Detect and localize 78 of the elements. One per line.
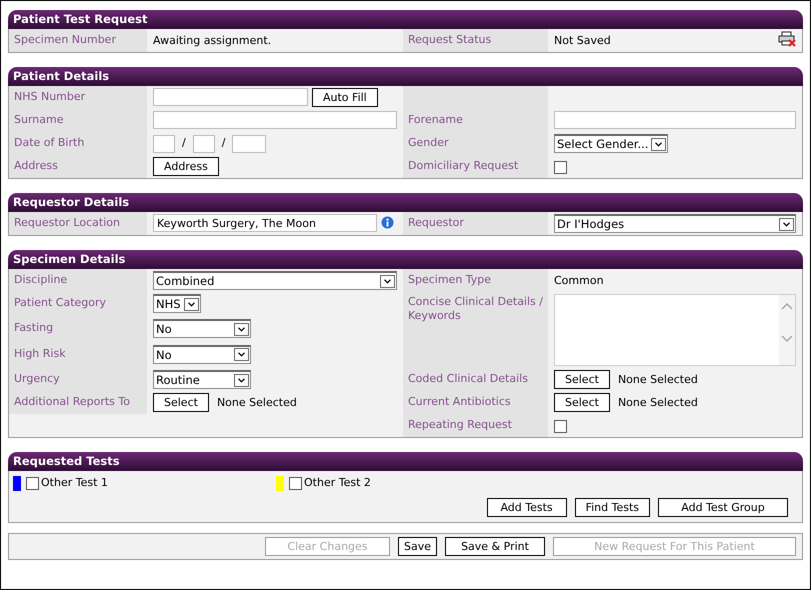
dropdown[interactable]: Select Gender... [554,134,668,153]
printer-delete-icon [778,31,796,47]
field-label: High Risk [14,346,66,361]
text-area[interactable] [554,294,796,366]
section-title: Requestor Details [13,194,130,211]
field-value: None Selected [216,395,297,411]
field-label: Additional Reports To [14,395,130,409]
date-separator: / [181,135,187,152]
chevron-down-icon [234,374,249,386]
input-field[interactable]: Keyworth Surgery, The Moon [153,214,377,232]
section-title: Requested Tests [13,453,120,470]
footer-button: New Request For This Patient [553,536,796,556]
checkbox[interactable] [289,476,302,490]
checkbox[interactable] [554,420,567,433]
address-button[interactable]: Address [153,157,219,176]
date-field[interactable] [192,134,215,152]
input-field[interactable] [153,111,397,129]
field-label: Address [14,159,58,173]
field-label: Date of Birth [14,136,84,150]
chevron-down-icon [779,218,794,230]
select-button[interactable]: Select [554,393,610,412]
field-label: Domiciliary Request [408,159,518,173]
test-label: Other Test 1 [41,475,108,491]
info-icon [381,216,394,229]
field-label: Discipline [14,273,68,287]
section-title: Specimen Details [13,251,126,268]
date-field[interactable] [232,134,266,152]
dropdown[interactable]: No [153,319,251,338]
chevron-down-icon [380,274,395,288]
field-value: None Selected [618,372,698,388]
select-button[interactable]: Select [554,370,610,389]
field-label: Requestor [408,216,464,230]
dropdown[interactable]: Routine [153,370,251,389]
auto-fill-button[interactable]: Auto Fill [312,88,378,107]
dropdown[interactable]: Combined [153,271,397,290]
section-title: Patient Test Request [13,11,148,28]
field-label: NHS Number [14,90,86,104]
chevron-down-icon [184,298,199,310]
field-label: Fasting [14,321,54,336]
field-value: Common [554,273,604,289]
date-field[interactable] [153,134,175,152]
field-value: Awaiting assignment. [153,33,272,49]
field-label: Specimen Type [408,273,492,287]
dropdown[interactable]: No [153,344,251,364]
field-label: Request Status [408,33,492,47]
field-label: Forename [408,113,463,127]
field-label: Repeating Request [408,418,512,432]
field-label: Patient Category [14,296,106,310]
test-action-button[interactable]: Add Test Group [658,498,788,516]
field-label: Surname [14,113,64,127]
checkbox[interactable] [554,161,567,174]
scrollbar [779,295,795,365]
field-label: Current Antibiotics [408,395,511,409]
input-field[interactable] [153,88,308,106]
field-label: Gender [408,136,449,150]
dropdown[interactable]: Dr I'Hodges [554,214,796,233]
footer-button[interactable]: Save [398,536,437,556]
footer-button[interactable]: Save & Print [445,536,545,556]
test-action-button[interactable]: Find Tests [574,498,650,516]
footer-button: Clear Changes [264,536,390,556]
field-label: Urgency [14,372,60,386]
field-label: Coded Clinical Details [408,372,528,386]
input-field[interactable] [554,111,796,129]
checkbox[interactable] [26,476,39,490]
field-value: Not Saved [554,33,611,49]
field-label: Specimen Number [14,33,116,47]
test-label: Other Test 2 [304,475,371,491]
test-action-button[interactable]: Add Tests [486,498,567,516]
chevron-down-icon [651,138,666,150]
field-label: Concise Clinical Details / Keywords [408,295,543,323]
date-separator: / [220,135,226,152]
dropdown[interactable]: NHS [153,294,201,313]
field-label: Requestor Location [14,216,120,230]
section-title: Patient Details [13,68,110,85]
field-value: None Selected [618,395,698,411]
select-button[interactable]: Select [153,393,209,412]
chevron-down-icon [234,348,249,362]
chevron-down-icon [234,322,249,336]
